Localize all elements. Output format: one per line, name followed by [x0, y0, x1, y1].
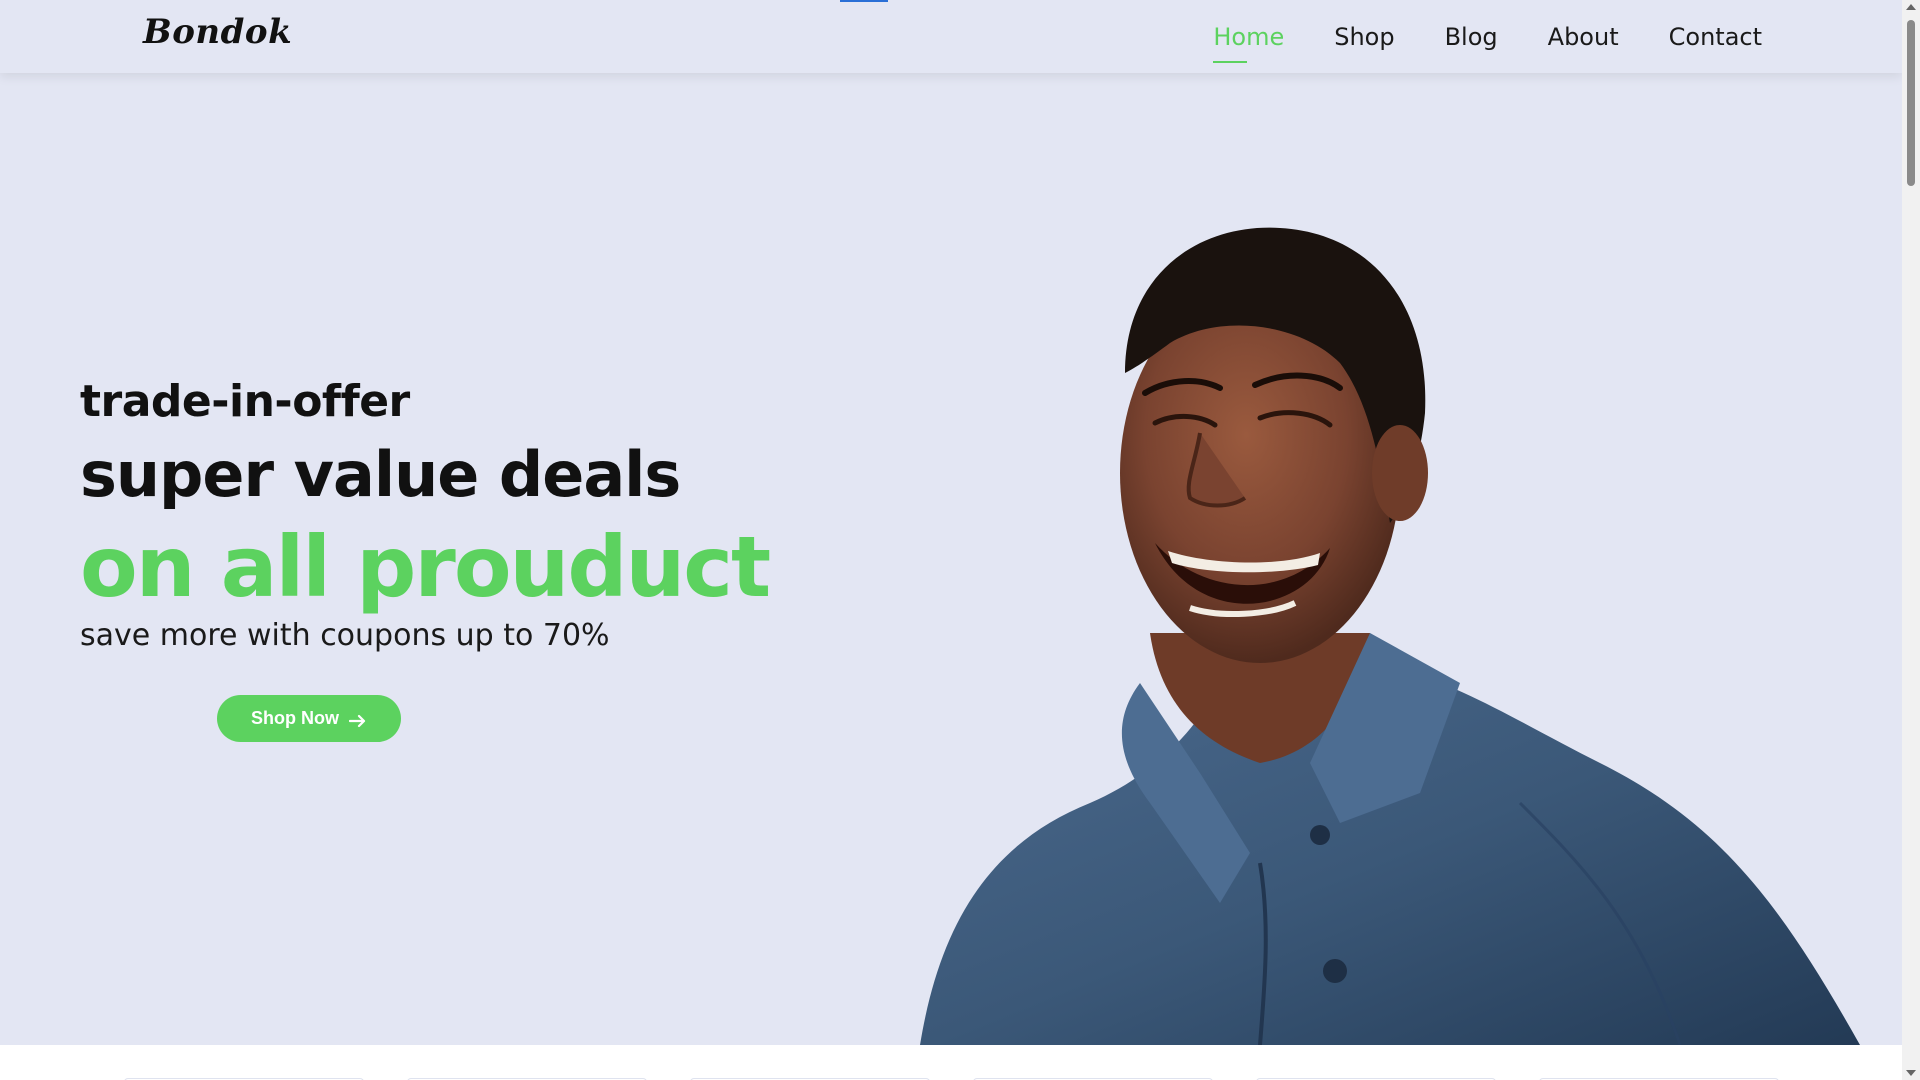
- hero-section: trade-in-offer super value deals on all …: [0, 73, 1902, 1045]
- hero-highlight: on all prouduct: [80, 518, 771, 616]
- shop-now-button[interactable]: Shop Now: [217, 695, 401, 742]
- page: Bondok Home Shop Blog About Contact trad…: [0, 0, 1902, 1080]
- nav-blog[interactable]: Blog: [1445, 23, 1498, 51]
- nav-about[interactable]: About: [1548, 23, 1619, 51]
- nav-contact[interactable]: Contact: [1669, 23, 1762, 51]
- hero-text: trade-in-offer super value deals on all …: [80, 373, 771, 655]
- site-header: Bondok Home Shop Blog About Contact: [0, 0, 1902, 73]
- nav-home[interactable]: Home: [1213, 23, 1284, 63]
- feature-strip: [0, 1045, 1902, 1080]
- hero-subtext: save more with coupons up to 70%: [80, 618, 610, 653]
- shop-now-label: Shop Now: [251, 708, 339, 728]
- hero-eyebrow: trade-in-offer: [80, 376, 410, 427]
- main-nav: Home Shop Blog About Contact: [1163, 0, 1762, 73]
- nav-shop[interactable]: Shop: [1334, 23, 1394, 51]
- arrow-right-icon: [348, 712, 367, 727]
- page-scrollbar[interactable]: [1902, 0, 1920, 1080]
- hero-headline: super value deals: [80, 438, 681, 511]
- scroll-thumb[interactable]: [1907, 20, 1915, 186]
- hero-person-image: [920, 227, 1860, 1045]
- logo[interactable]: Bondok: [143, 12, 292, 52]
- top-accent-line: [840, 0, 888, 2]
- scroll-down-icon[interactable]: [1906, 1070, 1916, 1076]
- scroll-up-icon[interactable]: [1906, 4, 1916, 10]
